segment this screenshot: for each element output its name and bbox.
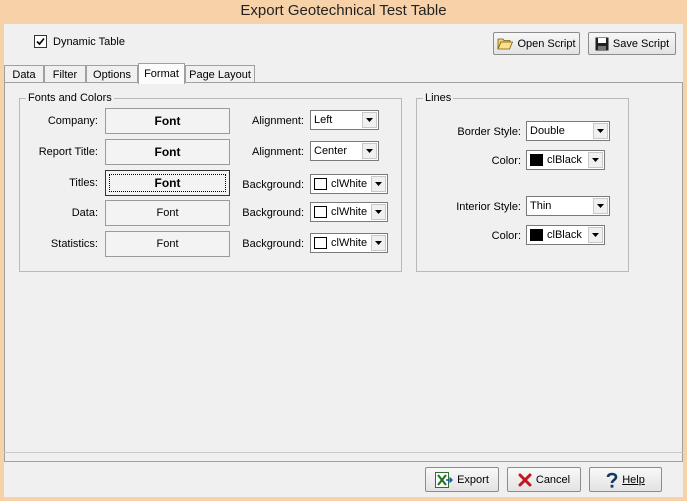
report-title-label: Report Title:	[38, 146, 98, 158]
save-script-button[interactable]: Save Script	[588, 32, 676, 55]
tab-format[interactable]: Format	[138, 63, 185, 84]
company-alignment-select[interactable]: Left	[310, 110, 379, 130]
open-script-button[interactable]: Open Script	[493, 32, 580, 55]
cancel-label: Cancel	[535, 473, 571, 486]
border-color-select[interactable]: clBlack	[526, 150, 605, 170]
data-label: Data:	[71, 207, 98, 219]
select-value: clWhite	[331, 206, 368, 218]
color-swatch	[530, 229, 543, 241]
chevron-down-icon[interactable]	[371, 235, 386, 251]
select-value: Center	[314, 145, 348, 157]
cancel-button[interactable]: Cancel	[507, 467, 581, 492]
chevron-down-icon[interactable]	[371, 176, 386, 192]
format-tab-panel: Fonts and Colors Company: Font Alignment…	[4, 82, 683, 462]
export-icon	[435, 471, 454, 488]
tab-filter[interactable]: Filter	[44, 65, 86, 83]
save-script-label: Save Script	[612, 37, 670, 50]
folder-open-icon	[497, 37, 514, 50]
tab-page-layout[interactable]: Page Layout	[185, 65, 255, 83]
color-swatch	[314, 178, 327, 190]
color-swatch	[314, 206, 327, 218]
interior-style-label: Interior Style:	[456, 201, 521, 213]
checkbox-box[interactable]	[34, 35, 47, 48]
interior-color-select[interactable]: clBlack	[526, 225, 605, 245]
titles-font-button[interactable]: Font	[105, 170, 230, 196]
titles-background-select[interactable]: clWhite	[310, 174, 388, 194]
report-title-alignment-label: Alignment:	[252, 146, 304, 158]
border-style-label: Border Style:	[457, 126, 521, 138]
window-title: Export Geotechnical Test Table	[0, 0, 687, 24]
interior-style-select[interactable]: Thin	[526, 196, 610, 216]
help-label: Help	[622, 473, 645, 486]
statistics-font-button[interactable]: Font	[105, 231, 230, 257]
fonts-colors-legend: Fonts and Colors	[26, 92, 114, 104]
data-font-button[interactable]: Font	[105, 200, 230, 226]
export-label: Export	[457, 473, 489, 486]
company-font-button[interactable]: Font	[105, 108, 230, 134]
color-swatch	[314, 237, 327, 249]
titles-background-label: Background:	[242, 179, 304, 191]
interior-color-label: Color:	[491, 230, 521, 242]
company-label: Company:	[47, 115, 98, 127]
chevron-down-icon[interactable]	[362, 112, 377, 128]
chevron-down-icon[interactable]	[362, 143, 377, 159]
statistics-label: Statistics:	[50, 238, 98, 250]
titles-label: Titles:	[69, 177, 98, 189]
button-bar: Export Cancel Help	[4, 452, 683, 497]
data-background-label: Background:	[242, 207, 304, 219]
chevron-down-icon[interactable]	[588, 227, 603, 243]
chevron-down-icon[interactable]	[593, 198, 608, 214]
select-value: clWhite	[331, 178, 368, 190]
export-button[interactable]: Export	[425, 467, 499, 492]
select-value: clWhite	[331, 237, 368, 249]
chevron-down-icon[interactable]	[593, 123, 608, 139]
chevron-down-icon[interactable]	[371, 204, 386, 220]
lines-legend: Lines	[423, 92, 454, 104]
select-value: Left	[314, 114, 333, 126]
question-mark-icon	[606, 472, 618, 488]
border-style-select[interactable]: Double	[526, 121, 610, 141]
data-background-select[interactable]: clWhite	[310, 202, 388, 222]
dialog-client: Dynamic Table Open Script Save Script Da…	[4, 24, 683, 497]
company-alignment-label: Alignment:	[252, 115, 304, 127]
select-value: clBlack	[547, 229, 582, 241]
close-icon	[518, 473, 532, 487]
help-button[interactable]: Help	[589, 467, 662, 492]
statistics-background-select[interactable]: clWhite	[310, 233, 388, 253]
checkmark-icon	[36, 37, 45, 46]
select-value: Thin	[530, 200, 552, 212]
dynamic-table-checkbox[interactable]: Dynamic Table	[34, 35, 125, 48]
chevron-down-icon[interactable]	[588, 152, 603, 168]
save-disk-icon	[595, 37, 609, 51]
tab-data[interactable]: Data	[4, 65, 44, 83]
report-title-alignment-select[interactable]: Center	[310, 141, 379, 161]
report-title-font-button[interactable]: Font	[105, 139, 230, 165]
statistics-background-label: Background:	[242, 238, 304, 250]
border-color-label: Color:	[491, 155, 521, 167]
lines-group: Lines Border Style: Double Color: clBlac…	[416, 92, 629, 272]
color-swatch	[530, 154, 543, 166]
tab-options[interactable]: Options	[86, 65, 138, 83]
select-value: Double	[530, 125, 565, 137]
select-value: clBlack	[547, 154, 582, 166]
fonts-colors-group: Fonts and Colors Company: Font Alignment…	[19, 92, 402, 272]
dynamic-table-label: Dynamic Table	[53, 35, 125, 48]
open-script-label: Open Script	[517, 37, 576, 50]
